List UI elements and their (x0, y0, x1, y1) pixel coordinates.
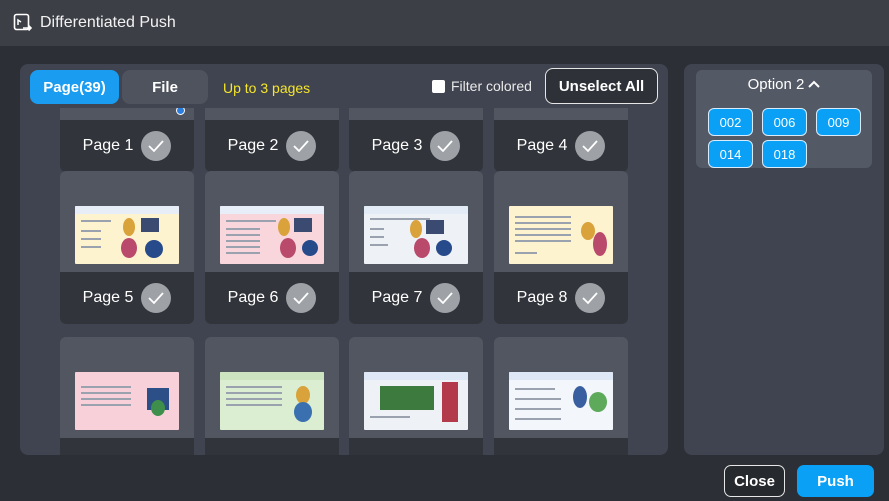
option-group-header[interactable]: Option 2 (696, 76, 872, 93)
page-grid[interactable]: Page 1 Page 2 Page 3 Page 4 Page 5 Page … (20, 108, 668, 455)
check-icon[interactable] (141, 283, 172, 313)
pages-panel: Page(39) File Up to 3 pages Filter color… (20, 64, 668, 455)
page-card[interactable]: Page 1 (60, 108, 194, 172)
option-chip[interactable]: 009 (816, 108, 861, 136)
page-thumbnail (364, 372, 468, 430)
unselect-all-button[interactable]: Unselect All (545, 68, 658, 104)
check-icon[interactable] (141, 131, 172, 161)
page-card[interactable]: Page 5 (60, 171, 194, 324)
filter-colored-checkbox[interactable] (432, 79, 445, 93)
filter-colored-label: Filter colored (451, 78, 532, 94)
options-panel: Option 2 002 006 009 014 018 (684, 64, 884, 455)
page-card[interactable]: Page 2 (205, 108, 339, 172)
check-icon[interactable] (575, 283, 606, 313)
option-chip[interactable]: 018 (762, 140, 807, 168)
check-icon[interactable] (430, 283, 461, 313)
page-label: Page 4 (516, 137, 568, 154)
option-chip[interactable]: 002 (708, 108, 753, 136)
page-label: Page 1 (82, 137, 134, 154)
push-screen-icon (12, 12, 34, 34)
page-card[interactable]: Page 6 (205, 171, 339, 324)
push-button[interactable]: Push (797, 465, 874, 497)
filter-colored-toggle[interactable]: Filter colored (432, 78, 532, 94)
page-thumbnail (220, 206, 324, 264)
page-label: Page 8 (516, 289, 568, 306)
dialog-footer: Close Push (0, 455, 889, 501)
page-thumbnail (364, 206, 468, 264)
page-card[interactable] (205, 337, 339, 455)
page-card[interactable] (494, 337, 628, 455)
page-label: Page 7 (371, 289, 423, 306)
page-limit-note: Up to 3 pages (223, 80, 311, 96)
page-card[interactable] (349, 337, 483, 455)
page-thumbnail (509, 372, 613, 430)
check-icon[interactable] (430, 131, 461, 161)
page-label: Page 2 (227, 137, 279, 154)
page-label: Page 5 (82, 289, 134, 306)
page-card[interactable]: Page 4 (494, 108, 628, 172)
tab-pages[interactable]: Page(39) (30, 70, 119, 104)
check-icon[interactable] (575, 131, 606, 161)
window-title: Differentiated Push (40, 14, 176, 31)
page-badge-icon (176, 108, 185, 115)
page-thumbnail (75, 206, 179, 264)
page-card[interactable] (60, 337, 194, 455)
check-icon[interactable] (286, 131, 317, 161)
option-group: Option 2 002 006 009 014 018 (696, 70, 872, 168)
option-chip[interactable]: 006 (762, 108, 807, 136)
option-group-title: Option 2 (747, 76, 805, 93)
tab-file[interactable]: File (122, 70, 208, 104)
page-thumbnail (220, 372, 324, 430)
page-label: Page 3 (371, 137, 423, 154)
page-card[interactable]: Page 8 (494, 171, 628, 324)
page-card[interactable]: Page 3 (349, 108, 483, 172)
check-icon[interactable] (286, 283, 317, 313)
page-label: Page 6 (227, 289, 279, 306)
title-bar: Differentiated Push (0, 0, 889, 46)
page-thumbnail (509, 206, 613, 264)
page-thumbnail (75, 372, 179, 430)
close-button[interactable]: Close (724, 465, 785, 497)
page-card[interactable]: Page 7 (349, 171, 483, 324)
option-chip[interactable]: 014 (708, 140, 753, 168)
chevron-up-icon[interactable] (808, 76, 821, 93)
